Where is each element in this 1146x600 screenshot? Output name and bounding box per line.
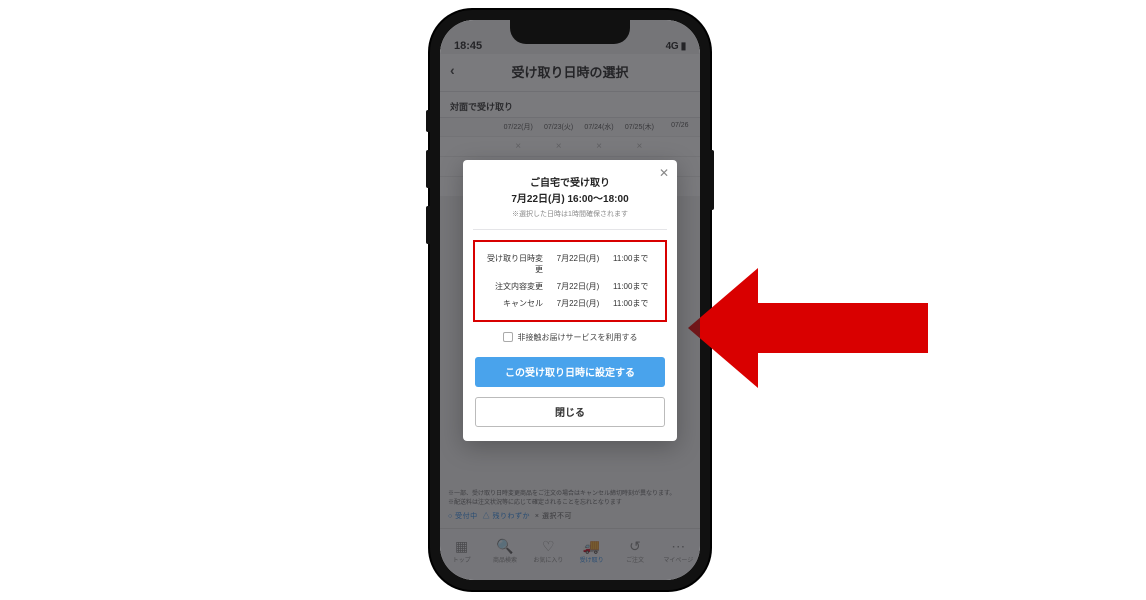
deadline-date: 7月22日(月) [551,253,605,275]
deadline-row-change-time: 受け取り日時変更 7月22日(月) 11:00まで [483,250,657,278]
modal: ✕ ご自宅で受け取り 7月22日(月) 16:00〜18:00 ※選択した日時は… [463,160,677,441]
modal-note: ※選択した日時は1時間確保されます [475,209,665,219]
deadline-row-cancel: キャンセル 7月22日(月) 11:00まで [483,295,657,312]
modal-overlay: ✕ ご自宅で受け取り 7月22日(月) 16:00〜18:00 ※選択した日時は… [440,20,700,580]
modal-title: ご自宅で受け取り [475,174,665,189]
modal-datetime: 7月22日(月) 16:00〜18:00 [475,190,665,205]
deadline-time: 11:00まで [613,298,657,309]
deadline-label: 受け取り日時変更 [483,253,543,275]
divider [473,229,667,230]
checkbox-label: 非接触お届けサービスを利用する [518,332,638,343]
confirm-button[interactable]: この受け取り日時に設定する [475,357,665,387]
deadline-date: 7月22日(月) [551,298,605,309]
phone-screen: 18:45 4G ▮ ‹ 受け取り日時の選択 対面で受け取り 07/22(月) … [440,20,700,580]
phone-side-buttons-left [426,110,430,262]
deadline-label: キャンセル [483,298,543,309]
phone-frame: 18:45 4G ▮ ‹ 受け取り日時の選択 対面で受け取り 07/22(月) … [430,10,710,590]
deadline-time: 11:00まで [613,253,657,275]
callout-arrow [688,258,928,398]
close-button[interactable]: 閉じる [475,397,665,427]
phone-side-button-right [710,150,714,210]
deadline-time: 11:00まで [613,281,657,292]
deadline-label: 注文内容変更 [483,281,543,292]
close-icon[interactable]: ✕ [659,166,669,180]
phone-notch [510,20,630,44]
checkbox-icon[interactable] [503,332,513,342]
deadline-date: 7月22日(月) [551,281,605,292]
contactless-checkbox-row[interactable]: 非接触お届けサービスを利用する [475,332,665,343]
deadline-box: 受け取り日時変更 7月22日(月) 11:00まで 注文内容変更 7月22日(月… [473,240,667,322]
deadline-row-change-order: 注文内容変更 7月22日(月) 11:00まで [483,278,657,295]
